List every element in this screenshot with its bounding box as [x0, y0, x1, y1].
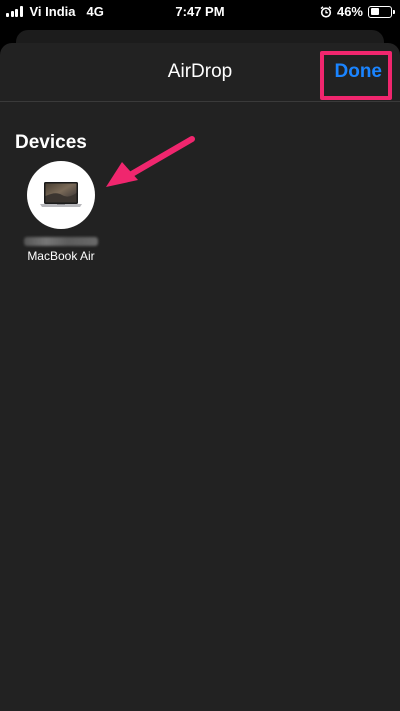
done-button[interactable]: Done: [335, 61, 383, 83]
device-label: MacBook Air: [27, 249, 95, 263]
battery-icon: [368, 5, 395, 18]
airdrop-sheet: AirDrop Done Devices MacBook Air: [0, 43, 400, 711]
battery-percent: 46%: [336, 4, 363, 19]
device-avatar: [27, 161, 95, 229]
status-bar: Vi India 4G 7:47 PM 46%: [0, 0, 400, 24]
screen: Vi India 4G 7:47 PM 46% AirDrop Done Dev…: [0, 0, 400, 711]
battery-fill: [370, 8, 379, 15]
devices-section-title: Devices: [15, 132, 87, 153]
blurred-device-name: [24, 237, 98, 246]
device-item[interactable]: MacBook Air: [18, 161, 104, 263]
macbook-icon: [40, 182, 82, 207]
annotation-arrow-icon: [106, 136, 195, 187]
status-bar-right: 46%: [320, 4, 395, 19]
alarm-icon: [320, 5, 332, 18]
sheet-header: AirDrop Done: [0, 43, 400, 102]
